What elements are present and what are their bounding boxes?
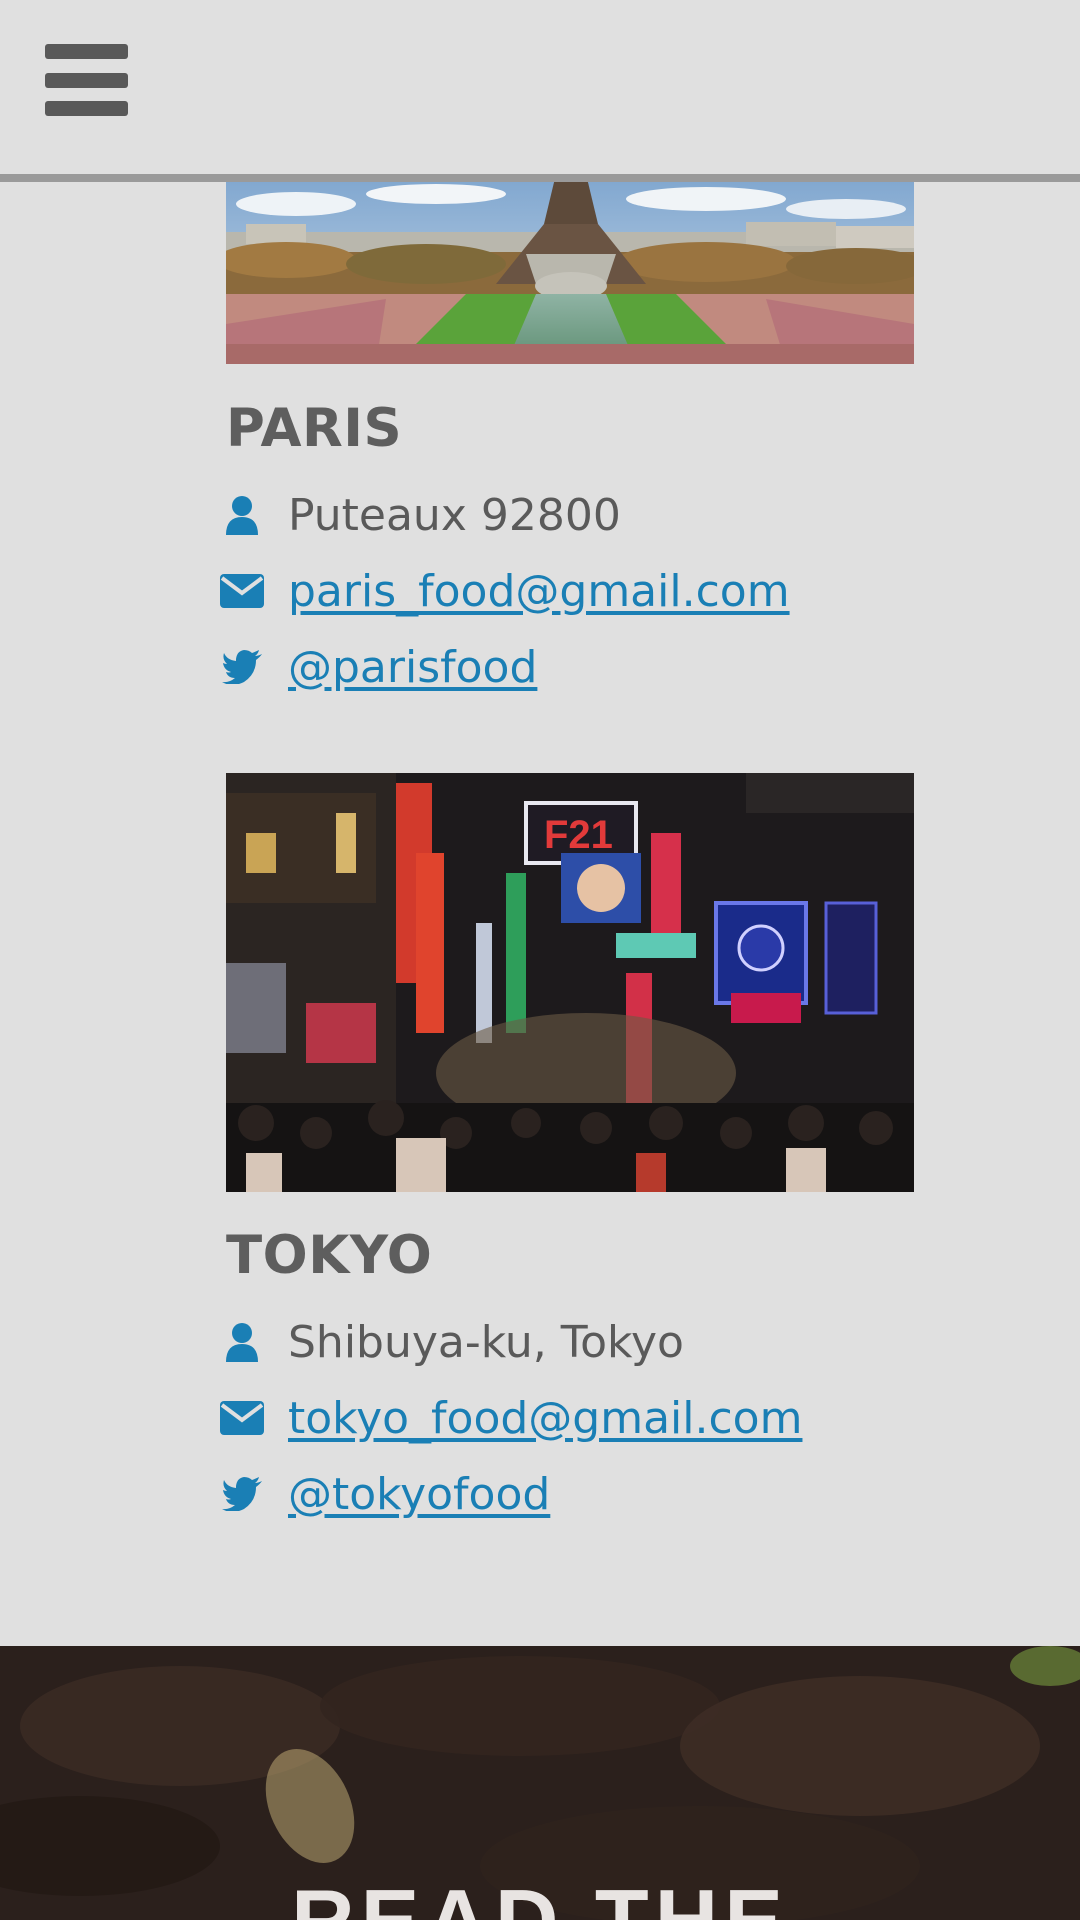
user-icon [216,1320,268,1364]
hamburger-menu-icon[interactable] [45,44,128,116]
envelope-icon [216,1396,268,1440]
email-row: tokyo_food@gmail.com [216,1388,802,1448]
banner-title: READ THE [0,1871,1080,1920]
envelope-icon [216,569,268,613]
twitter-link[interactable]: @tokyofood [288,1469,550,1520]
user-icon [216,493,268,537]
address-text: Puteaux 92800 [288,489,621,541]
address-text: Shibuya-ku, Tokyo [288,1316,684,1368]
twitter-icon [216,645,268,689]
svg-text:F21: F21 [544,813,613,857]
address-row: Shibuya-ku, Tokyo [216,1312,684,1372]
twitter-link[interactable]: @parisfood [288,642,537,693]
tokyo-image: F21 [226,773,914,1192]
twitter-row: @parisfood [216,637,537,697]
twitter-row: @tokyofood [216,1464,550,1524]
email-row: paris_food@gmail.com [216,561,790,621]
address-row: Puteaux 92800 [216,485,621,545]
email-link[interactable]: paris_food@gmail.com [288,566,790,617]
twitter-icon [216,1472,268,1516]
top-bar [0,0,1080,182]
paris-image [226,174,914,364]
email-link[interactable]: tokyo_food@gmail.com [288,1393,802,1444]
city-title: PARIS [226,398,403,459]
city-title: TOKYO [226,1225,433,1286]
